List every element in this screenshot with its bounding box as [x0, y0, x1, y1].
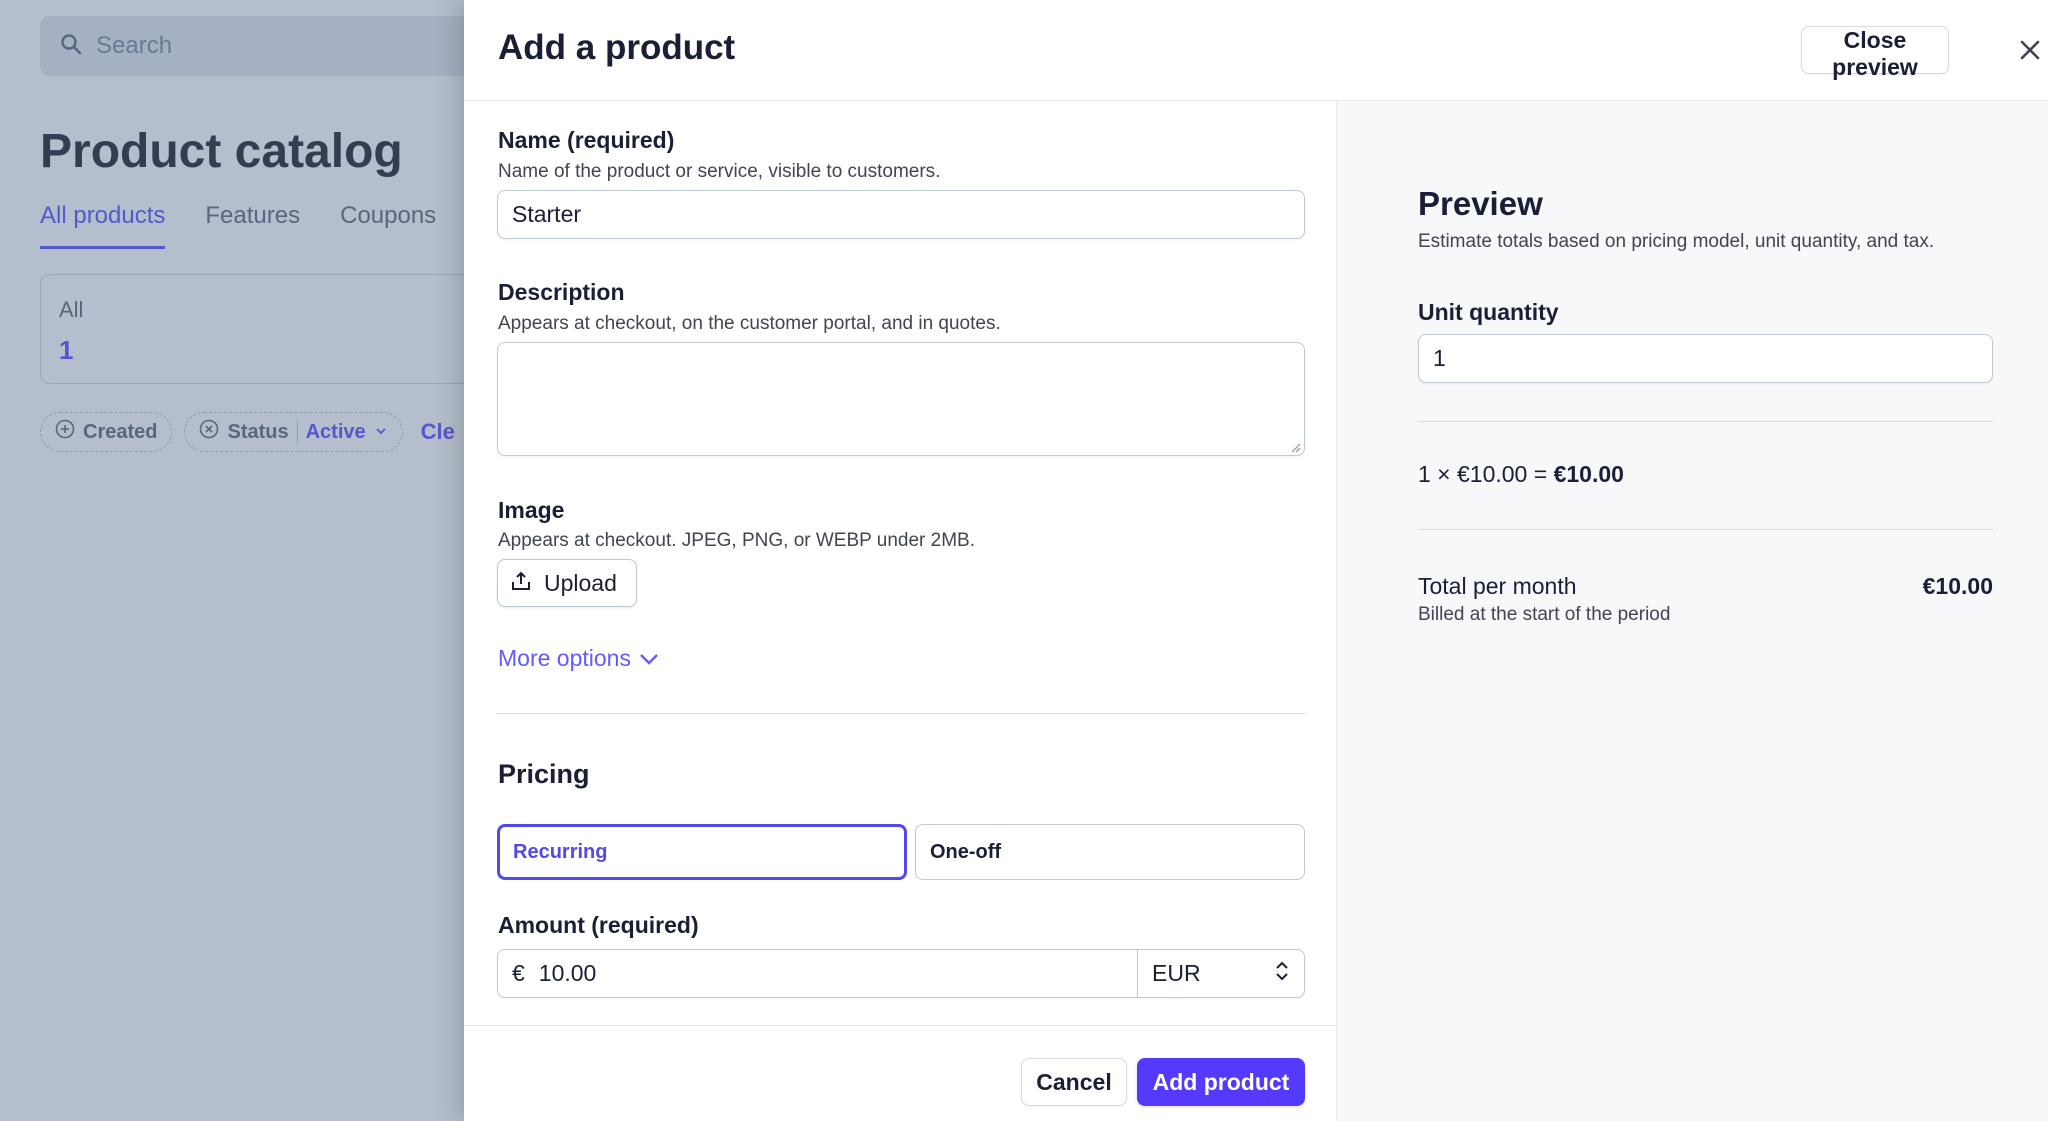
more-options-label: More options	[498, 645, 631, 671]
name-input[interactable]	[497, 190, 1305, 239]
preview-divider	[1418, 529, 1993, 530]
more-options-link[interactable]: More options	[498, 645, 659, 672]
resize-handle-icon[interactable]	[1289, 440, 1301, 453]
billing-note: Billed at the start of the period	[1418, 604, 1671, 625]
form-footer: Cancel Add product	[464, 1025, 1337, 1121]
unit-quantity-input[interactable]	[1418, 334, 1993, 383]
price-calculation: 1 × €10.00 = €10.00	[1418, 461, 1624, 488]
currency-value: EUR	[1152, 960, 1201, 986]
name-label: Name (required)	[498, 127, 675, 153]
select-arrows-icon	[1274, 959, 1290, 989]
close-icon[interactable]	[2012, 32, 2048, 68]
total-label: Total per month	[1418, 573, 1577, 599]
preview-title: Preview	[1418, 185, 1543, 222]
unit-quantity-label: Unit quantity	[1418, 299, 1559, 325]
calc-expression: 1 × €10.00 =	[1418, 461, 1554, 487]
drawer-title: Add a product	[498, 28, 736, 67]
description-help: Appears at checkout, on the customer por…	[498, 313, 1001, 334]
upload-icon	[510, 570, 532, 597]
product-form: Name (required) Name of the product or s…	[464, 101, 1337, 1025]
image-help: Appears at checkout. JPEG, PNG, or WEBP …	[498, 530, 975, 551]
section-divider	[497, 713, 1305, 714]
recurring-option[interactable]: Recurring	[497, 824, 907, 880]
preview-subtitle: Estimate totals based on pricing model, …	[1418, 231, 1935, 252]
calc-result: €10.00	[1553, 461, 1624, 487]
amount-field-group: € 10.00 EUR	[497, 949, 1305, 998]
amount-value: 10.00	[538, 960, 597, 986]
add-product-button[interactable]: Add product	[1137, 1058, 1305, 1106]
amount-label: Amount (required)	[498, 912, 699, 938]
description-label: Description	[498, 279, 625, 305]
upload-button[interactable]: Upload	[497, 559, 637, 607]
currency-symbol: €	[512, 960, 525, 986]
total-value: €10.00	[1922, 573, 1993, 599]
currency-select[interactable]: EUR	[1138, 950, 1304, 997]
cancel-button[interactable]: Cancel	[1021, 1058, 1127, 1106]
pricing-title: Pricing	[498, 759, 590, 789]
preview-divider	[1418, 421, 1993, 422]
drawer-header: Add a product Close preview	[464, 0, 2048, 101]
amount-input[interactable]: € 10.00	[498, 950, 1138, 997]
image-label: Image	[498, 497, 565, 523]
one-off-option[interactable]: One-off	[915, 824, 1305, 880]
chevron-down-icon	[639, 645, 659, 672]
upload-label: Upload	[544, 569, 617, 596]
description-textarea[interactable]	[497, 342, 1305, 456]
add-product-drawer: Add a product Close preview Name (requir…	[464, 0, 2048, 1121]
name-help: Name of the product or service, visible …	[498, 161, 941, 182]
preview-panel: Preview Estimate totals based on pricing…	[1337, 101, 2048, 1121]
close-preview-button[interactable]: Close preview	[1801, 26, 1949, 80]
